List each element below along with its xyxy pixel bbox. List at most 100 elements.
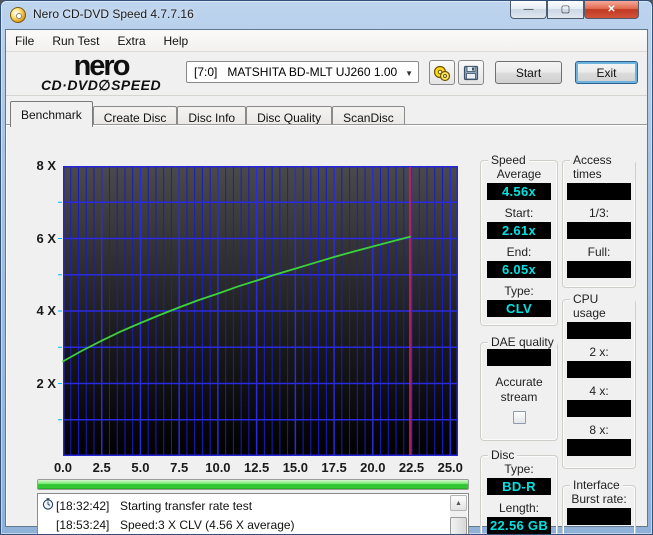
group-title-dae_quality: DAE quality <box>488 335 557 349</box>
interface-label-0: Burst rate: <box>571 492 627 506</box>
cpu_usage-value-0 <box>567 322 631 339</box>
speed-field: Average 4.56x <box>481 167 557 200</box>
log-time: [18:53:24] <box>56 517 110 532</box>
menu-item-run-test[interactable]: Run Test <box>43 30 108 51</box>
disc-field: Type: BD-R <box>481 462 557 495</box>
log-listbox[interactable]: [18:32:42] Starting transfer rate test [18… <box>37 493 469 534</box>
cpu_usage-field: 4 x: <box>563 384 635 417</box>
client-area: File Run Test Extra Help nero CD·DVD∅SPEED … <box>5 29 648 534</box>
access_times-value-1 <box>567 222 631 239</box>
y-axis-label: 8 X <box>36 158 56 173</box>
speed-group: Speed Average 4.56x Start: 2.61x End: 6.05x Typ… <box>480 153 558 326</box>
x-axis-label: 22.5 <box>398 460 425 475</box>
logo-speed: SPEED <box>111 77 162 93</box>
disc-utility-button[interactable] <box>429 60 455 85</box>
cpu_usage-value-2 <box>567 400 631 417</box>
x-axis-label: 5.0 <box>131 460 150 475</box>
speed-field: End: 6.05x <box>481 245 557 278</box>
progress-bar <box>37 479 469 490</box>
group-title-interface: Interface <box>570 478 623 492</box>
disc-group: Disc Type: BD-R Length: 22.56 GB <box>480 448 558 534</box>
save-icon <box>463 65 479 80</box>
interface-group: Interface Burst rate: <box>562 478 636 534</box>
menu-item-help[interactable]: Help <box>155 30 198 51</box>
access_times-label-2: Full: <box>587 245 611 259</box>
log-row: [18:53:24] Speed:3 X CLV (4.56 X average) <box>40 515 449 534</box>
y-axis-label: 2 X <box>36 375 56 391</box>
speed-value-1: 2.61x <box>487 222 551 239</box>
disc-value-0: BD-R <box>487 478 551 495</box>
window-title: Nero CD-DVD Speed 4.7.7.16 <box>33 7 194 21</box>
access_times-value-2 <box>567 261 631 278</box>
speed-value-3: CLV <box>487 300 551 317</box>
speed-label-1: Start: <box>504 206 534 220</box>
speed-label-3: Type: <box>504 284 534 298</box>
log-scrollbar[interactable]: ▲ ▼ <box>450 495 467 534</box>
menu-item-extra[interactable]: Extra <box>108 30 154 51</box>
speed-value-2: 6.05x <box>487 261 551 278</box>
x-axis-label: 12.5 <box>243 460 270 475</box>
header-toolbar: nero CD·DVD∅SPEED [7:0] MATSHITA BD-MLT … <box>6 52 647 96</box>
speed-field: Type: CLV <box>481 284 557 317</box>
tab-benchmark[interactable]: Benchmark <box>10 101 93 127</box>
y-axis-label: 6 X <box>36 230 56 246</box>
save-button[interactable] <box>458 60 484 85</box>
cpu-usage-group: CPU usage1 x:2 x:4 x:8 x: <box>562 292 636 469</box>
scrollbar-thumb[interactable] <box>450 517 467 534</box>
logo-text-cddvdspeed: CD·DVD∅SPEED <box>26 77 176 93</box>
log-row: [18:32:42] Starting transfer rate test <box>40 496 449 515</box>
cpu_usage-label-1: 2 x: <box>589 345 609 359</box>
x-axis-label: 0.0 <box>53 460 73 475</box>
clock-icon <box>40 498 56 513</box>
accurate-stream-checkbox[interactable] <box>512 411 526 424</box>
cpu_usage-value-3 <box>567 439 631 456</box>
accurate-stream-label: Accurate stream <box>495 375 543 404</box>
title-bar[interactable]: Nero CD-DVD Speed 4.7.7.16 — ▢ ✕ <box>1 1 652 29</box>
exit-button[interactable]: Exit <box>575 61 638 84</box>
cpu_usage-value-1 <box>567 361 631 378</box>
nero-logo: nero CD·DVD∅SPEED <box>26 52 176 93</box>
access-times-group: Access timesRandom:1/3:Full: <box>562 153 636 288</box>
maximize-button[interactable]: ▢ <box>547 1 584 19</box>
disc-value-1: 22.56 GB <box>487 517 551 534</box>
scroll-up-icon[interactable]: ▲ <box>450 495 467 511</box>
drive-select-dropdown[interactable]: [7:0] MATSHITA BD-MLT UJ260 1.00 ▼ <box>186 61 419 83</box>
disc-field: Length: 22.56 GB <box>481 501 557 534</box>
x-axis-label: 25.0 <box>437 460 463 475</box>
speed-label-2: End: <box>506 245 532 259</box>
interface-value-0 <box>567 508 631 525</box>
disc-utility-icon <box>433 65 451 81</box>
log-time: [18:32:42] <box>56 498 110 513</box>
access_times-field: 1/3: <box>563 206 635 239</box>
disc-label-1: Length: <box>498 501 540 515</box>
x-axis-label: 20.0 <box>360 460 386 475</box>
minimize-button[interactable]: — <box>510 1 547 19</box>
group-title-cpu_usage: CPU usage <box>570 292 635 320</box>
menu-bar: File Run Test Extra Help <box>6 30 647 52</box>
drive-select-value: [7:0] MATSHITA BD-MLT UJ260 1.00 <box>194 65 398 79</box>
log-message: Starting transfer rate test <box>120 498 253 513</box>
menu-item-file[interactable]: File <box>6 30 43 51</box>
benchmark-tab-page: 2 X 4 X 6 X 8 X 0.0 2.5 5.0 7.5 10.0 12.5 15.0 17.5… <box>6 124 647 534</box>
x-axis-label: 2.5 <box>92 460 111 475</box>
app-icon <box>10 7 26 23</box>
access_times-label-1: 1/3: <box>588 206 609 220</box>
start-button[interactable]: Start <box>495 61 562 84</box>
group-title-disc: Disc <box>488 448 518 462</box>
group-title-speed: Speed <box>488 153 529 167</box>
interface-field: Burst rate: <box>563 492 635 525</box>
x-axis-label: 15.0 <box>282 460 308 475</box>
group-title-access_times: Access times <box>570 153 635 181</box>
dae_quality-value-0 <box>487 349 551 366</box>
access_times-field: Full: <box>563 245 635 278</box>
x-axis-label: 17.5 <box>321 460 347 475</box>
speed-value-0: 4.56x <box>487 183 551 200</box>
app-window: Nero CD-DVD Speed 4.7.7.16 — ▢ ✕ File Run… <box>0 0 653 535</box>
chevron-down-icon: ▼ <box>405 69 413 78</box>
cpu_usage-label-2: 4 x: <box>589 384 609 398</box>
chart-svg <box>58 166 458 456</box>
log-lines: [18:32:42] Starting transfer rate test [18… <box>40 496 449 534</box>
close-button[interactable]: ✕ <box>584 1 639 19</box>
logo-cddvd: CD·DVD <box>40 77 99 93</box>
log-message: Speed:3 X CLV (4.56 X average) <box>120 517 295 532</box>
